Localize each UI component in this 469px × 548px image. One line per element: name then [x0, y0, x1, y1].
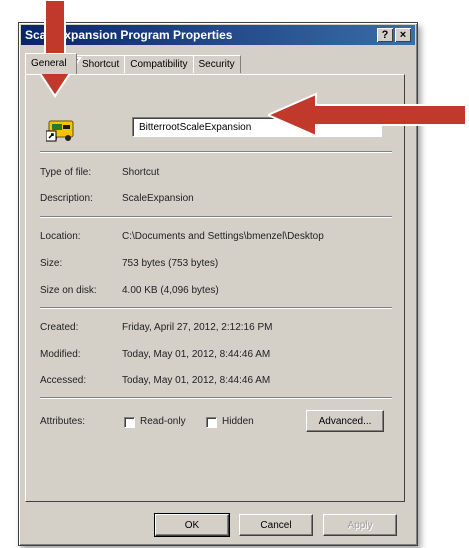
- attributes-label: Attributes:: [40, 416, 86, 427]
- modified-value: Today, May 01, 2012, 8:44:46 AM: [122, 349, 271, 360]
- type-of-file-value: Shortcut: [122, 167, 160, 178]
- separator: [40, 307, 392, 309]
- separator: [40, 216, 392, 218]
- ok-button[interactable]: OK: [154, 513, 230, 537]
- created-value: Friday, April 27, 2012, 2:12:16 PM: [122, 322, 273, 333]
- separator: [40, 397, 392, 399]
- size-value: 753 bytes (753 bytes): [122, 258, 219, 269]
- hidden-label: Hidden: [222, 416, 254, 427]
- size-on-disk-label: Size on disk:: [40, 285, 97, 296]
- description-label: Description:: [40, 193, 93, 204]
- apply-button[interactable]: Apply: [323, 514, 397, 536]
- type-of-file-label: Type of file:: [40, 167, 92, 178]
- description-value: ScaleExpansion: [122, 193, 194, 204]
- left-arrow-annotation: [268, 92, 467, 138]
- created-label: Created:: [40, 322, 79, 333]
- general-panel: BitterrootScaleExpansion Type of file: S…: [25, 74, 405, 502]
- advanced-button[interactable]: Advanced...: [306, 410, 384, 432]
- close-button[interactable]: ×: [395, 28, 411, 42]
- modified-label: Modified:: [40, 349, 81, 360]
- separator: [40, 151, 392, 153]
- down-arrow-annotation: [28, 0, 82, 98]
- tab-compatibility[interactable]: Compatibility: [124, 55, 194, 73]
- tab-general[interactable]: General: [25, 53, 77, 74]
- size-label: Size:: [40, 258, 63, 269]
- hidden-checkbox[interactable]: [206, 417, 217, 428]
- tab-strip: General Shortcut Compatibility Security: [25, 53, 241, 75]
- help-button[interactable]: ?: [377, 28, 393, 42]
- location-value: C:\Documents and Settings\bmenzel\Deskto…: [122, 231, 324, 242]
- accessed-value: Today, May 01, 2012, 8:44:46 AM: [122, 375, 271, 386]
- readonly-checkbox[interactable]: [124, 417, 135, 428]
- location-label: Location:: [40, 231, 81, 242]
- cancel-button[interactable]: Cancel: [239, 514, 313, 536]
- size-on-disk-value: 4.00 KB (4,096 bytes): [122, 285, 219, 296]
- shortcut-app-icon: [46, 120, 74, 142]
- tab-security[interactable]: Security: [192, 55, 241, 73]
- accessed-label: Accessed:: [40, 375, 87, 386]
- tab-shortcut[interactable]: Shortcut: [76, 55, 126, 73]
- readonly-label: Read-only: [140, 416, 186, 427]
